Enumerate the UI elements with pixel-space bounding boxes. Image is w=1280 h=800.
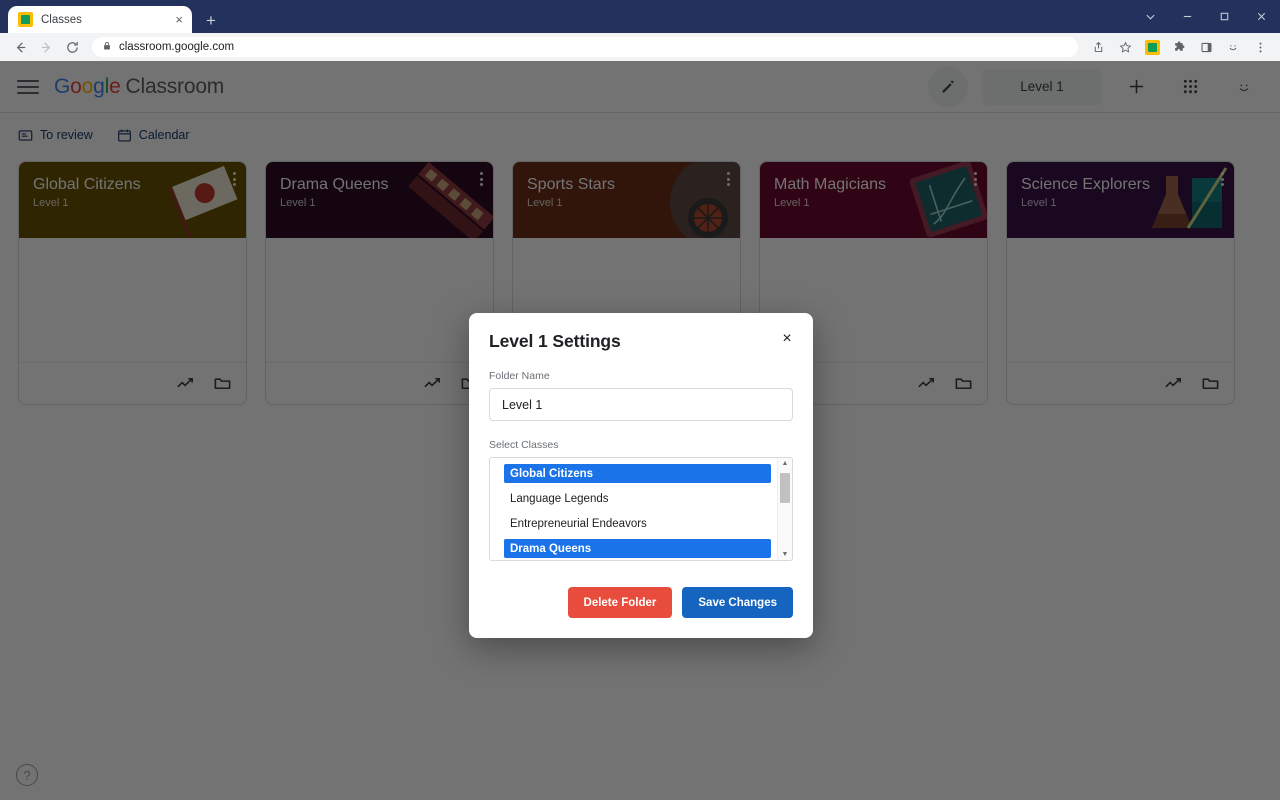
scrollbar-thumb[interactable] xyxy=(780,473,790,503)
back-arrow-icon[interactable] xyxy=(8,35,32,59)
close-icon[interactable]: × xyxy=(777,329,797,349)
class-multiselect-listbox[interactable]: Global Citizens Language Legends Entrepr… xyxy=(489,457,793,561)
share-icon[interactable] xyxy=(1086,35,1110,59)
class-list-items: Global Citizens Language Legends Entrepr… xyxy=(490,458,777,560)
address-bar[interactable]: classroom.google.com xyxy=(92,37,1078,57)
chevron-down-icon[interactable] xyxy=(1132,0,1169,33)
browser-titlebar: Classes × + xyxy=(0,0,1280,33)
address-bar-url: classroom.google.com xyxy=(119,41,235,53)
save-changes-button[interactable]: Save Changes xyxy=(682,587,793,618)
browser-tab[interactable]: Classes × xyxy=(8,6,192,33)
classroom-favicon-icon xyxy=(18,12,33,27)
list-item[interactable]: Global Citizens xyxy=(504,464,771,483)
window-controls xyxy=(1132,0,1280,33)
folder-settings-modal: Level 1 Settings × Folder Name Select Cl… xyxy=(469,313,813,638)
folder-name-label: Folder Name xyxy=(489,370,550,382)
select-classes-label: Select Classes xyxy=(489,439,559,451)
profile-icon[interactable] xyxy=(1221,35,1245,59)
folder-name-input[interactable] xyxy=(489,388,793,421)
bookmark-star-icon[interactable] xyxy=(1113,35,1137,59)
tab-close-icon[interactable]: × xyxy=(172,11,186,28)
classroom-extension-icon[interactable] xyxy=(1140,35,1164,59)
list-item[interactable]: Entrepreneurial Endeavors xyxy=(504,514,771,533)
lock-icon xyxy=(102,38,112,56)
browser-toolbar: classroom.google.com xyxy=(0,33,1280,61)
forward-arrow-icon[interactable] xyxy=(34,35,58,59)
page-viewport: GoogleClassroom Level 1 xyxy=(0,61,1280,800)
extensions-puzzle-icon[interactable] xyxy=(1167,35,1191,59)
delete-folder-button[interactable]: Delete Folder xyxy=(567,587,673,618)
list-item[interactable]: Drama Queens xyxy=(504,539,771,558)
side-panel-icon[interactable] xyxy=(1194,35,1218,59)
new-tab-button[interactable]: + xyxy=(202,12,220,29)
scroll-up-arrow-icon[interactable]: ▲ xyxy=(782,460,789,467)
list-item[interactable]: Language Legends xyxy=(504,489,771,508)
chrome-menu-icon[interactable] xyxy=(1248,35,1272,59)
maximize-icon[interactable] xyxy=(1206,0,1243,33)
scrollbar-track[interactable] xyxy=(778,467,792,551)
minimize-icon[interactable] xyxy=(1169,0,1206,33)
scroll-down-arrow-icon[interactable]: ▼ xyxy=(782,551,789,558)
modal-actions: Delete Folder Save Changes xyxy=(489,587,793,618)
reload-icon[interactable] xyxy=(60,35,84,59)
close-icon[interactable] xyxy=(1243,0,1280,33)
toolbar-right-icons xyxy=(1086,35,1272,59)
modal-title: Level 1 Settings xyxy=(489,331,621,351)
tab-title: Classes xyxy=(41,13,82,26)
listbox-scrollbar[interactable]: ▲ ▼ xyxy=(777,458,792,560)
